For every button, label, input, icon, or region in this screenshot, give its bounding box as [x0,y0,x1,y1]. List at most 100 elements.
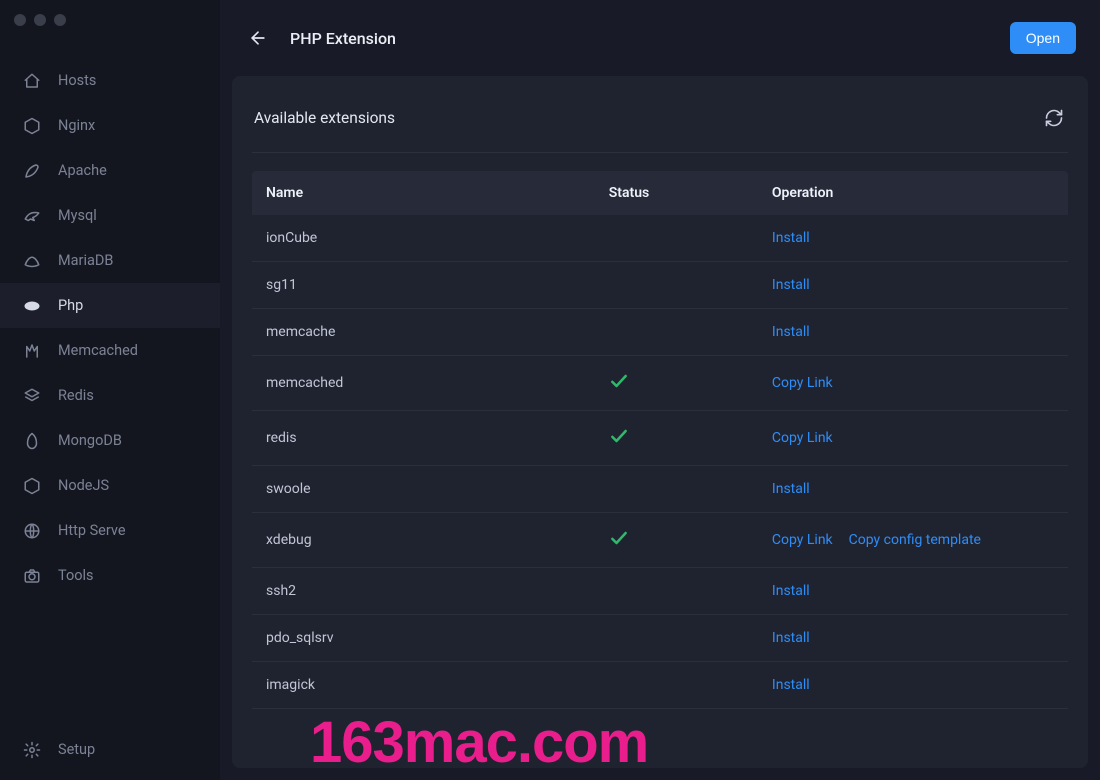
table-row: memcached Copy Link [252,356,1068,411]
sidebar-item-mysql[interactable]: Mysql [0,193,220,238]
install-link[interactable]: Install [772,277,810,293]
ext-operation: Install [758,466,1068,513]
table-row: swoole Install [252,466,1068,513]
ext-status [595,262,758,309]
ext-name: imagick [252,662,595,709]
ext-status [595,356,758,411]
node-icon [22,476,42,496]
window-controls [0,0,66,40]
sidebar-item-label: Hosts [58,72,96,89]
table-row: redisCopy Link [252,411,1068,466]
traffic-light-zoom-icon[interactable] [54,14,66,26]
ext-operation: Copy Link [758,356,1068,411]
copy_link-link[interactable]: Copy Link [772,430,833,446]
layers-icon [22,386,42,406]
extensions-panel: Available extensions Name Status Operati… [232,76,1088,768]
feather-icon [22,161,42,181]
table-row: sg11 Install [252,262,1068,309]
col-name: Name [252,171,595,215]
seal-icon [22,251,42,271]
ext-operation: Install [758,568,1068,615]
check-icon [609,528,629,548]
dolphin-icon [22,206,42,226]
install-link[interactable]: Install [772,583,810,599]
sidebar-item-label: Php [58,297,83,314]
ext-name: memcached [252,356,595,411]
sidebar-item-label: Tools [58,567,94,584]
ext-operation: Install [758,262,1068,309]
ext-name: sg11 [252,262,595,309]
sidebar-item-redis[interactable]: Redis [0,373,220,418]
install-link[interactable]: Install [772,324,810,340]
table-row: ssh2Install [252,568,1068,615]
ext-name: memcache [252,309,595,356]
extensions-table: Name Status Operation ionCubeInstallsg11… [252,171,1068,709]
sidebar-item-php[interactable]: Php [0,283,220,328]
check-icon [609,371,629,391]
panel-title: Available extensions [252,109,395,127]
ext-name: xdebug [252,513,595,568]
sidebar-item-label: NodeJS [58,477,109,494]
col-operation: Operation [758,171,1068,215]
table-row: memcache Install [252,309,1068,356]
sidebar-item-label: Mysql [58,207,97,224]
table-row: pdo_sqlsrv Install [252,615,1068,662]
sidebar: Hosts NginxApache Mysql MariaDB Php Memcached… [0,0,220,780]
sidebar-item-nginx[interactable]: Nginx [0,103,220,148]
nginx-icon [22,116,42,136]
ext-name: swoole [252,466,595,513]
sidebar-item-label: Http Serve [58,522,126,539]
check-icon [609,426,629,446]
gear-icon [22,740,42,760]
ext-name: ionCube [252,215,595,262]
sidebar-item-label: Setup [58,741,95,758]
ext-operation: Copy Link Copy config template [758,513,1068,568]
copy_link-link[interactable]: Copy Link [772,532,833,548]
traffic-light-close-icon[interactable] [14,14,26,26]
col-status: Status [595,171,758,215]
ext-operation: Install [758,662,1068,709]
php-icon [22,296,42,316]
ext-status [595,513,758,568]
sidebar-item-http-serve[interactable]: Http Serve [0,508,220,553]
ext-status [595,662,758,709]
table-row: imagick Install [252,662,1068,709]
sidebar-item-nodejs[interactable]: NodeJS [0,463,220,508]
sidebar-item-mongodb[interactable]: MongoDB [0,418,220,463]
sidebar-item-memcached[interactable]: Memcached [0,328,220,373]
ext-status [595,568,758,615]
sidebar-item-label: Redis [58,387,94,404]
install-link[interactable]: Install [772,481,810,497]
sidebar-item-setup[interactable]: Setup [0,727,220,772]
copy_config-link[interactable]: Copy config template [849,532,981,548]
install-link[interactable]: Install [772,677,810,693]
ext-operation: Install [758,215,1068,262]
ext-name: pdo_sqlsrv [252,615,595,662]
table-row: ionCube Install [252,215,1068,262]
sidebar-item-apache[interactable]: Apache [0,148,220,193]
sidebar-item-mariadb[interactable]: MariaDB [0,238,220,283]
ext-operation: Copy Link [758,411,1068,466]
main-content: PHP Extension Open Available extensions … [220,0,1100,780]
page-title: PHP Extension [290,29,396,48]
home-icon [22,71,42,91]
open-button[interactable]: Open [1010,22,1076,54]
globe-icon [22,521,42,541]
ext-operation: Install [758,309,1068,356]
install-link[interactable]: Install [772,230,810,246]
table-header-row: Name Status Operation [252,171,1068,215]
traffic-light-min-icon[interactable] [34,14,46,26]
refresh-button[interactable] [1040,104,1068,132]
page-header: PHP Extension Open [220,0,1100,76]
sidebar-item-tools[interactable]: Tools [0,553,220,598]
ext-status [595,466,758,513]
ext-status [595,615,758,662]
sidebar-item-label: MariaDB [58,252,113,269]
back-button[interactable] [244,24,272,52]
ext-operation: Install [758,615,1068,662]
memcached-icon [22,341,42,361]
copy_link-link[interactable]: Copy Link [772,375,833,391]
install-link[interactable]: Install [772,630,810,646]
sidebar-item-hosts[interactable]: Hosts [0,58,220,103]
arrow-left-icon [248,28,268,48]
